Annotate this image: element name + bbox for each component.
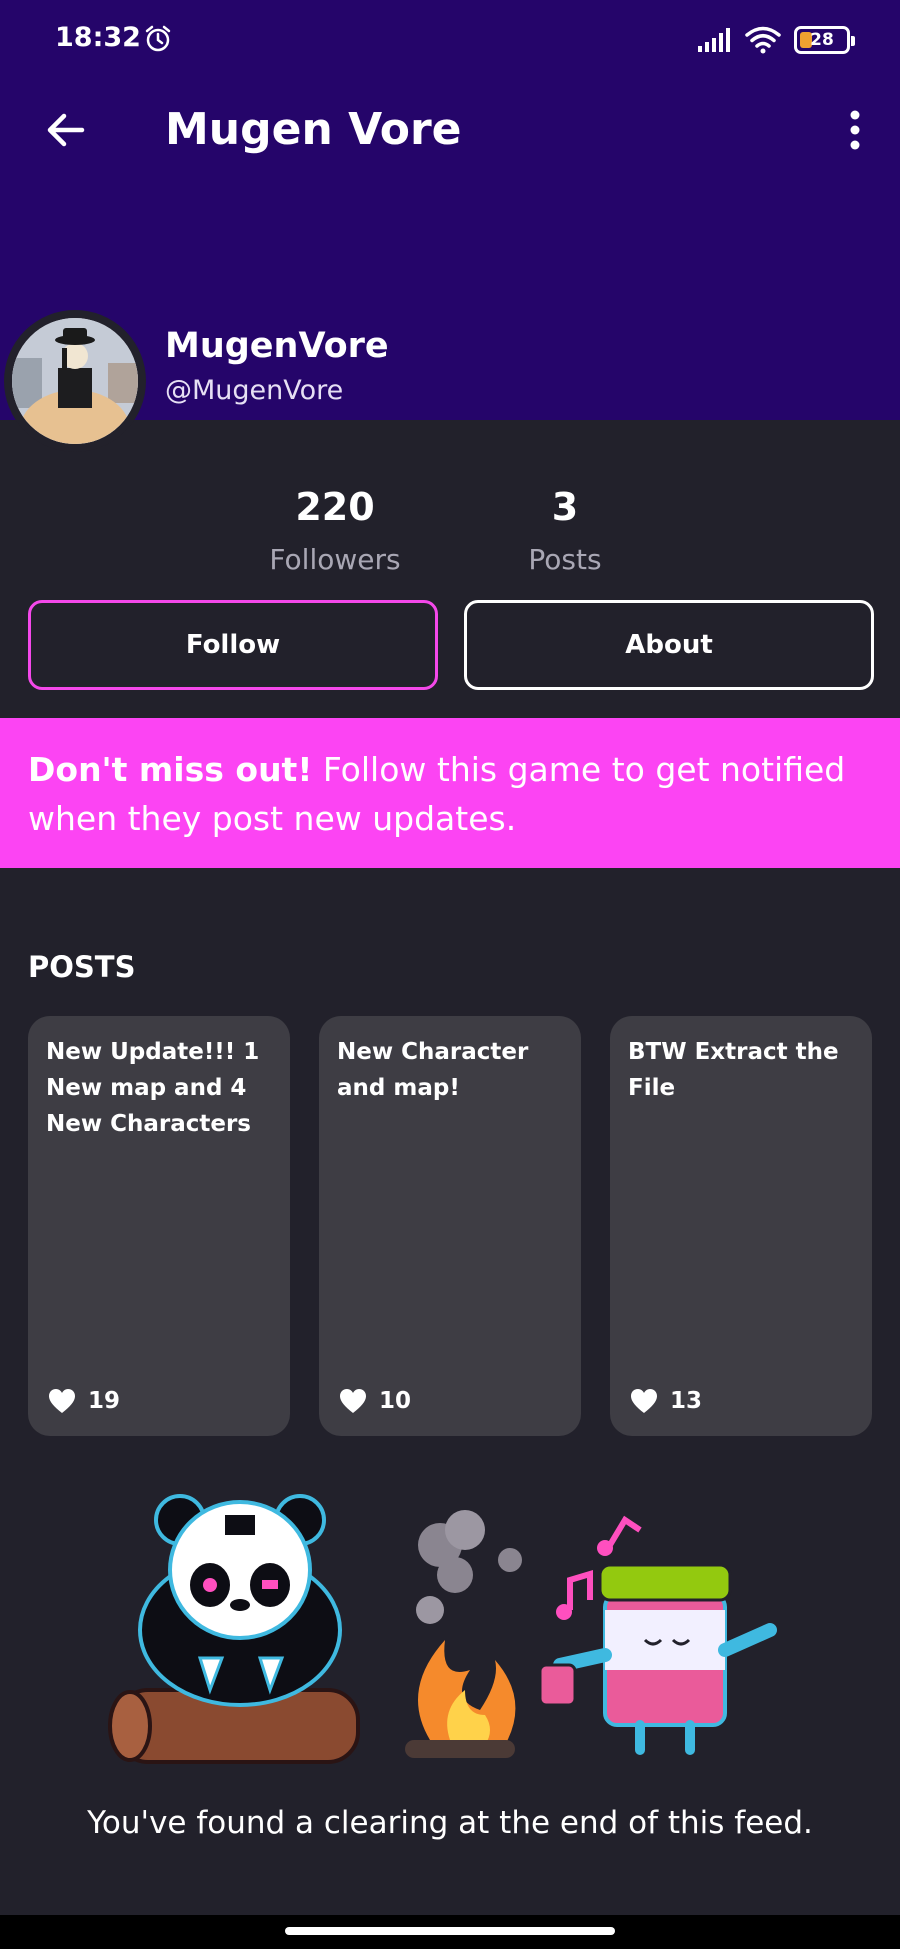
followers-count: 220 [295, 485, 375, 529]
posts-count: 3 [551, 485, 579, 529]
status-bar: 18:32 28 [0, 0, 900, 80]
battery-icon: 28 [794, 26, 855, 54]
profile-stats: 220 Followers 3 Posts [0, 485, 900, 585]
post-title: New Update!!! 1 New map and 4 New Charac… [46, 1039, 260, 1137]
profile-name: MugenVore [165, 326, 389, 366]
profile-handle: @MugenVore [165, 375, 344, 406]
follow-button[interactable]: Follow [28, 600, 438, 690]
post-title: BTW Extract the File [628, 1039, 839, 1101]
heart-icon [49, 1389, 75, 1413]
arrow-left-icon [47, 113, 85, 147]
follow-prompt-banner: Don't miss out! Follow this game to get … [0, 718, 900, 868]
heart-icon [340, 1389, 366, 1413]
about-button[interactable]: About [464, 600, 874, 690]
like-count: 13 [670, 1388, 703, 1414]
feed-end-message: You've found a clearing at the end of th… [87, 1805, 813, 1841]
post-card[interactable]: New Update!!! 1 New map and 4 New Charac… [28, 1016, 290, 1436]
signal-icon [698, 28, 730, 52]
back-button[interactable] [36, 100, 96, 160]
avatar-image [12, 318, 138, 444]
post-card[interactable]: BTW Extract the File 13 [610, 1016, 872, 1436]
post-likes[interactable]: 19 [48, 1388, 120, 1414]
battery-level: 28 [810, 30, 834, 50]
post-card[interactable]: New Character and map! 10 [319, 1016, 581, 1436]
avatar[interactable] [4, 310, 146, 452]
alarm-icon [145, 25, 171, 52]
wifi-icon [745, 26, 781, 54]
status-icons: 28 [696, 24, 855, 56]
followers-stat[interactable]: 220 Followers [225, 485, 445, 576]
home-indicator[interactable] [285, 1927, 615, 1935]
campfire-illustration [108, 1494, 777, 1764]
posts-stat[interactable]: 3 Posts [455, 485, 675, 576]
posts-label: Posts [528, 543, 602, 576]
post-likes[interactable]: 10 [339, 1388, 411, 1414]
followers-label: Followers [269, 543, 401, 576]
more-vertical-icon [850, 110, 860, 150]
like-count: 10 [379, 1388, 412, 1414]
post-title: New Character and map! [337, 1039, 529, 1101]
banner-headline: Don't miss out! [28, 750, 313, 789]
post-likes[interactable]: 13 [630, 1388, 702, 1414]
posts-heading: POSTS [28, 950, 136, 984]
more-options-button[interactable] [830, 100, 880, 160]
like-count: 19 [88, 1388, 121, 1414]
heart-icon [631, 1389, 657, 1413]
page-title: Mugen Vore [165, 104, 462, 155]
status-time: 18:32 [55, 22, 141, 53]
